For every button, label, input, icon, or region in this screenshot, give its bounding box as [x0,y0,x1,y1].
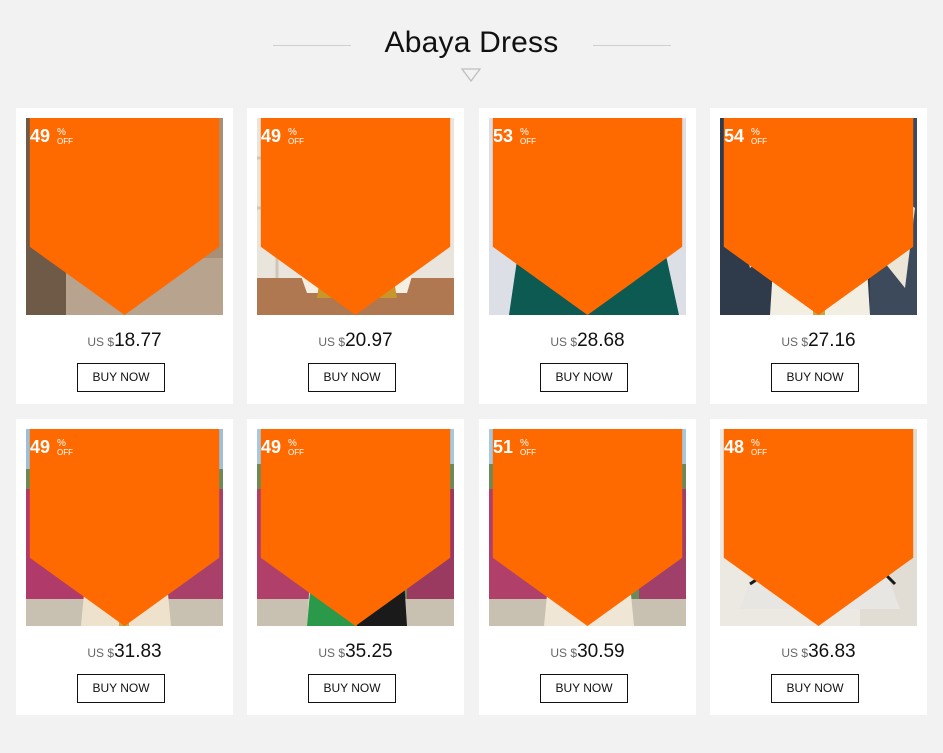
discount-badge: 49 % OFF [26,118,220,315]
product-price: US $36.83 [710,641,927,663]
currency-label: US $ [87,335,115,349]
product-card[interactable]: 49 % OFF US $18.77 BUY NOW [16,108,233,404]
currency-label: US $ [781,335,809,349]
discount-value: 49 [30,437,51,457]
buy-now-button[interactable]: BUY NOW [540,674,628,703]
discount-badge: 49 % OFF [26,429,220,626]
buy-now-button[interactable]: BUY NOW [77,674,165,703]
off-label: OFF [288,448,304,457]
discount-value: 49 [261,126,282,146]
product-price: US $20.97 [247,330,464,352]
off-label: OFF [520,448,536,457]
currency-label: US $ [318,335,346,349]
product-price: US $28.68 [479,330,696,352]
product-image[interactable]: 54 % OFF [720,118,917,315]
price-value: 36.83 [808,641,856,662]
currency-label: US $ [781,646,809,660]
discount-value: 54 [724,126,745,146]
discount-badge: 48 % OFF [720,429,914,626]
price-value: 27.16 [808,330,856,351]
currency-label: US $ [87,646,115,660]
discount-value: 51 [493,437,514,457]
product-card[interactable]: 48 % OFF US $36.83 BUY NOW [710,419,927,715]
buy-now-button[interactable]: BUY NOW [771,363,859,392]
discount-value: 49 [30,126,51,146]
price-value: 18.77 [114,330,162,351]
price-value: 31.83 [114,641,162,662]
currency-label: US $ [550,646,578,660]
buy-now-button[interactable]: BUY NOW [771,674,859,703]
product-card[interactable]: 49 % OFF US $20.97 BUY NOW [247,108,464,404]
price-value: 30.59 [577,641,625,662]
off-label: OFF [57,448,73,457]
off-label: OFF [751,137,767,146]
discount-badge: 54 % OFF [720,118,914,315]
product-price: US $18.77 [16,330,233,352]
title-divider-right [593,45,671,46]
discount-value: 53 [493,126,514,146]
price-value: 20.97 [345,330,393,351]
discount-badge: 51 % OFF [489,429,683,626]
off-label: OFF [57,137,73,146]
down-triangle-icon [460,68,482,83]
price-value: 35.25 [345,641,393,662]
section-header: Abaya Dress [0,0,943,108]
product-image[interactable]: 53 % OFF [489,118,686,315]
product-image[interactable]: 49 % OFF [26,429,223,626]
buy-now-button[interactable]: BUY NOW [77,363,165,392]
off-label: OFF [751,448,767,457]
product-image[interactable]: 49 % OFF [257,429,454,626]
product-card[interactable]: 49 % OFF US $35.25 BUY NOW [247,419,464,715]
off-label: OFF [288,137,304,146]
section-title: Abaya Dress [384,26,559,59]
discount-badge: 49 % OFF [257,429,451,626]
discount-badge: 49 % OFF [257,118,451,315]
discount-badge: 53 % OFF [489,118,683,315]
product-card[interactable]: 51 % OFF US $30.59 BUY NOW [479,419,696,715]
product-price: US $31.83 [16,641,233,663]
product-card[interactable]: 54 % OFF US $27.16 BUY NOW [710,108,927,404]
product-card[interactable]: 53 % OFF US $28.68 BUY NOW [479,108,696,404]
currency-label: US $ [550,335,578,349]
buy-now-button[interactable]: BUY NOW [540,363,628,392]
product-price: US $27.16 [710,330,927,352]
product-image[interactable]: 49 % OFF [26,118,223,315]
buy-now-button[interactable]: BUY NOW [308,674,396,703]
discount-value: 49 [261,437,282,457]
buy-now-button[interactable]: BUY NOW [308,363,396,392]
product-card[interactable]: 49 % OFF US $31.83 BUY NOW [16,419,233,715]
discount-value: 48 [724,437,745,457]
product-price: US $30.59 [479,641,696,663]
product-image[interactable]: 49 % OFF [257,118,454,315]
price-value: 28.68 [577,330,625,351]
product-image[interactable]: 51 % OFF [489,429,686,626]
product-price: US $35.25 [247,641,464,663]
currency-label: US $ [318,646,346,660]
product-image[interactable]: 48 % OFF [720,429,917,626]
off-label: OFF [520,137,536,146]
